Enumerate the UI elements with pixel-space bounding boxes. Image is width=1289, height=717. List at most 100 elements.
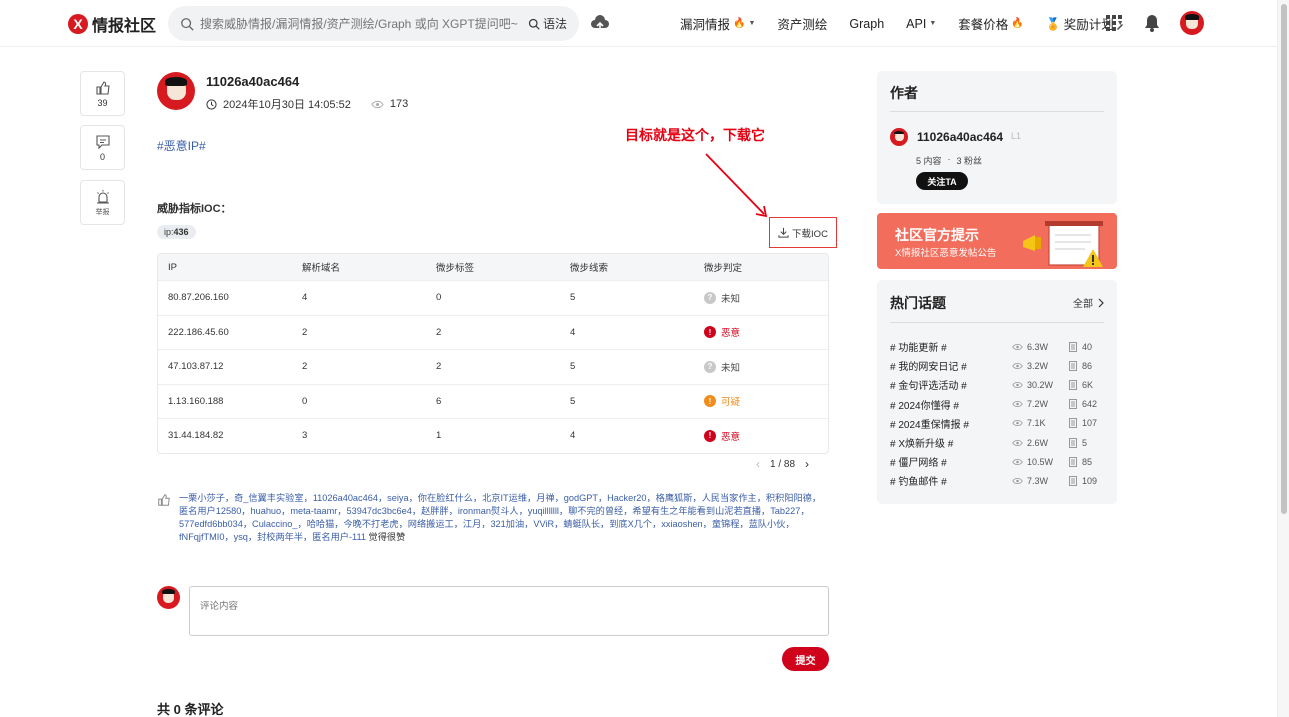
- topic-name[interactable]: # 功能更新 #: [890, 339, 1012, 354]
- document-icon: [1069, 418, 1077, 429]
- logo-text: 情报社区: [92, 18, 157, 35]
- author-avatar[interactable]: [890, 128, 908, 146]
- apps-grid-icon[interactable]: [1104, 13, 1124, 33]
- syntax-button[interactable]: 语法: [528, 15, 567, 32]
- cell-domains: 0: [302, 395, 308, 407]
- bell-icon[interactable]: [1142, 13, 1162, 33]
- post-author-avatar[interactable]: [157, 72, 195, 110]
- eye-icon: [1012, 401, 1023, 408]
- report-button[interactable]: 举报: [80, 180, 125, 225]
- nav-vuln-intel[interactable]: 漏洞情报 🔥 ▼: [680, 14, 755, 33]
- table-row: 222.186.45.60 2 2 4! 恶意: [158, 314, 828, 350]
- top-header: X 情报社区 语法 漏洞情报 🔥 ▼ 资产测绘 Graph API ▼ 套餐: [0, 0, 1277, 47]
- follow-button[interactable]: 关注TA: [916, 172, 968, 190]
- post-author-name[interactable]: 11026a40ac464: [206, 74, 299, 89]
- comment-count-heading: 共 0 条评论: [157, 702, 224, 717]
- topic-item[interactable]: # 2024你懂得 # 7.2W 642: [890, 395, 1105, 414]
- topic-posts: 642: [1069, 399, 1097, 410]
- cell-verdict: ! 恶意: [694, 325, 828, 339]
- prev-page-button[interactable]: ‹: [756, 457, 760, 471]
- eye-icon: [371, 100, 384, 108]
- topic-item[interactable]: # 金句评选活动 # 30.2W 6K: [890, 375, 1105, 394]
- author-posts: 5 内容: [916, 156, 942, 166]
- eye-icon: [1012, 381, 1023, 389]
- topic-post-count: 109: [1082, 475, 1098, 486]
- user-avatar[interactable]: [1180, 11, 1204, 35]
- cell-ip[interactable]: 222.186.45.60: [158, 327, 292, 338]
- topic-item[interactable]: # X焕新升级 # 2.6W 5: [890, 433, 1105, 452]
- nav-label: 套餐价格: [958, 18, 1009, 32]
- divider: [890, 322, 1104, 323]
- topic-item[interactable]: # 我的网安日记 # 3.2W 86: [890, 356, 1105, 375]
- eye-icon: [1012, 343, 1023, 350]
- col-header-ip: IP: [168, 261, 177, 273]
- topic-view-count: 10.5W: [1027, 456, 1054, 467]
- author-name[interactable]: 11026a40ac464: [917, 130, 1003, 144]
- table-row: 47.103.87.12 2 2 5? 未知: [158, 349, 828, 384]
- page-scrollbar[interactable]: [1277, 0, 1289, 717]
- cell-ip[interactable]: 47.103.87.12: [158, 361, 292, 372]
- topic-name[interactable]: # 我的网安日记 #: [890, 358, 1012, 373]
- search-input[interactable]: [200, 16, 528, 31]
- nav-label: 漏洞情报: [680, 18, 731, 32]
- cell-tags: 0: [436, 292, 442, 304]
- liker-names[interactable]: 一栗小莎子，奇_信翼丰实验室，11026a40ac464，seiya，你在脸红什…: [179, 493, 821, 542]
- download-ioc-button[interactable]: 下载IOC: [769, 217, 837, 248]
- eye-icon: [1012, 362, 1023, 369]
- like-count: 39: [97, 97, 108, 108]
- topic-tag-link[interactable]: #恶意IP#: [157, 137, 206, 154]
- verdict-label: 未知: [721, 293, 741, 305]
- cell-tags: 2: [436, 361, 442, 373]
- topic-item[interactable]: # 2024重保情报 # 7.1K 107: [890, 414, 1105, 433]
- document-icon: [1069, 456, 1077, 467]
- table-row: 31.44.184.82 3 1 4! 恶意: [158, 418, 828, 453]
- topic-views: 2.6W: [1012, 438, 1069, 448]
- cell-ip[interactable]: 31.44.184.82: [158, 430, 292, 441]
- ip-count-chip[interactable]: ip:436: [157, 225, 196, 239]
- cloud-upload-icon[interactable]: [590, 14, 610, 32]
- table-row: 1.13.160.188 0 6 5! 可疑: [158, 383, 828, 419]
- view-count: 173: [389, 98, 409, 110]
- nav-pricing[interactable]: 套餐价格 🔥: [958, 14, 1023, 33]
- comment-button[interactable]: 0: [80, 125, 125, 170]
- topic-name[interactable]: # 僵尸网络 #: [890, 454, 1012, 469]
- comment-input[interactable]: [189, 586, 829, 636]
- view-all-topics-link[interactable]: 全部: [1073, 295, 1104, 310]
- next-page-button[interactable]: ›: [805, 457, 809, 471]
- eye-icon: [1012, 458, 1023, 465]
- topic-post-count: 85: [1082, 456, 1093, 467]
- topic-name[interactable]: # 钓鱼邮件 #: [890, 473, 1012, 488]
- topic-name[interactable]: # X焕新升级 #: [890, 435, 1012, 450]
- nav-label: API: [906, 16, 927, 31]
- verdict-label: 未知: [721, 362, 741, 374]
- scrollbar-thumb[interactable]: [1281, 4, 1287, 514]
- nav-graph[interactable]: Graph: [849, 17, 884, 31]
- topic-name[interactable]: # 2024重保情报 #: [890, 416, 1012, 431]
- topic-view-count: 7.2W: [1027, 399, 1049, 410]
- col-header-domains: 解析域名: [302, 263, 341, 274]
- stats-separator: ·: [947, 154, 951, 164]
- topic-view-count: 30.2W: [1027, 379, 1054, 390]
- document-icon: [1069, 399, 1077, 410]
- cell-domains: 3: [302, 430, 308, 442]
- nav-asset-mapping[interactable]: 资产测绘: [777, 14, 827, 33]
- submit-comment-button[interactable]: 提交: [782, 647, 829, 671]
- nav-api[interactable]: API ▼: [906, 17, 936, 31]
- site-logo[interactable]: X 情报社区: [68, 12, 156, 36]
- official-notice-banner[interactable]: 社区官方提示 X情报社区恶意发帖公告: [877, 213, 1117, 269]
- document-icon: [1069, 360, 1077, 371]
- cell-ip[interactable]: 1.13.160.188: [158, 396, 292, 407]
- cell-clues: 4: [570, 430, 576, 442]
- topic-item[interactable]: # 钓鱼邮件 # 7.3W 109: [890, 471, 1105, 490]
- topic-name[interactable]: # 金句评选活动 #: [890, 377, 1012, 392]
- topic-name[interactable]: # 2024你懂得 #: [890, 397, 1012, 412]
- topic-item[interactable]: # 僵尸网络 # 10.5W 85: [890, 452, 1105, 471]
- topic-posts: 86: [1069, 360, 1092, 371]
- topic-posts: 109: [1069, 475, 1098, 486]
- cell-ip[interactable]: 80.87.206.160: [158, 292, 292, 303]
- like-button[interactable]: 39: [80, 71, 125, 116]
- fire-icon: 🔥: [733, 18, 746, 29]
- syntax-label: 语法: [542, 17, 567, 31]
- topic-item[interactable]: # 功能更新 # 6.3W 40: [890, 337, 1105, 356]
- annotation-text: 目标就是这个，下载它: [625, 127, 765, 143]
